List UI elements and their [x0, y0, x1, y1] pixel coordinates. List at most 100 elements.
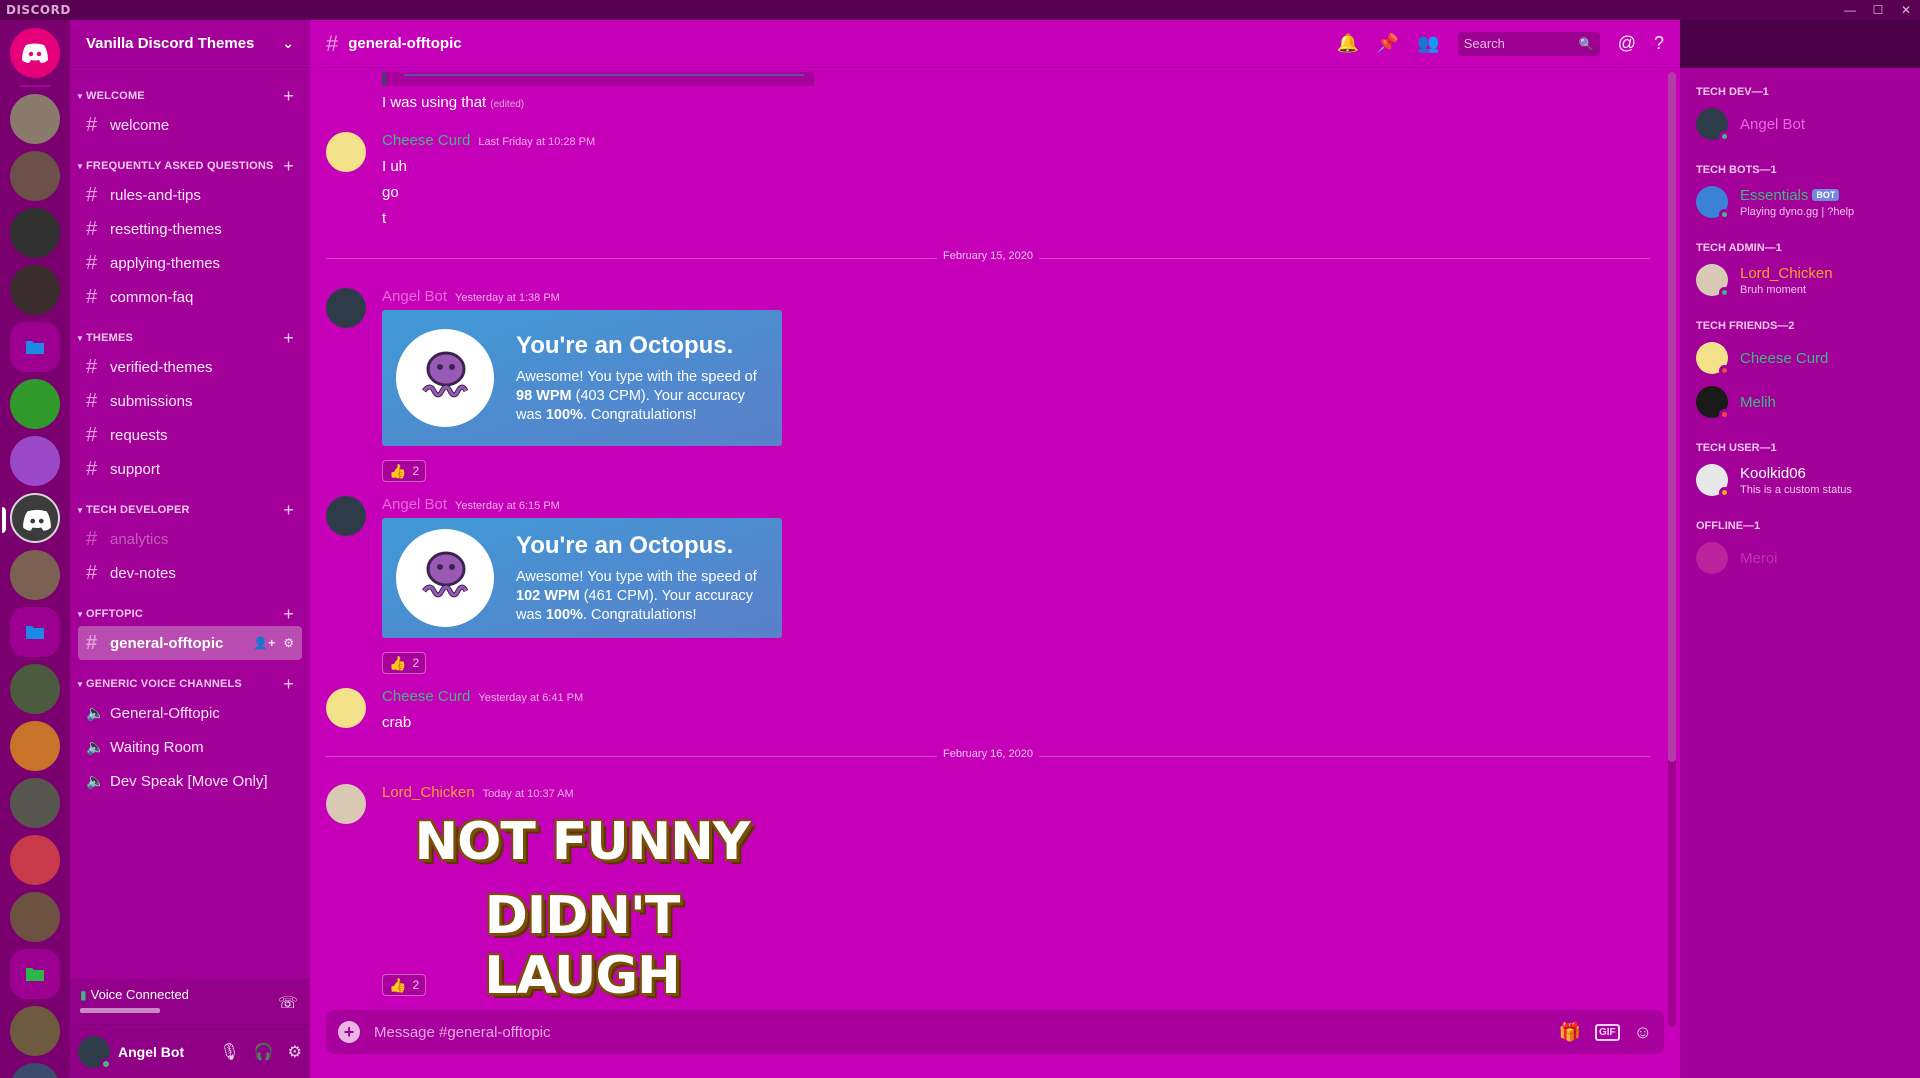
microphone-icon[interactable]: 🎙: [219, 1042, 239, 1062]
minimize-icon[interactable]: —: [1836, 0, 1864, 20]
server-icon[interactable]: [10, 436, 60, 486]
member-item[interactable]: Cheese Curd: [1688, 336, 1912, 380]
headphones-icon[interactable]: 🎧: [254, 1042, 274, 1062]
message-text: I was using that (edited): [382, 94, 524, 111]
channel-requests[interactable]: # requests: [78, 418, 302, 452]
scrollbar-thumb[interactable]: [1668, 72, 1676, 762]
search-input[interactable]: Search 🔍: [1457, 31, 1600, 56]
server-icon[interactable]: [10, 892, 60, 942]
message-author[interactable]: Angel Bot: [382, 288, 447, 305]
avatar[interactable]: [326, 496, 366, 536]
channel-analytics[interactable]: # analytics: [78, 522, 302, 556]
avatar[interactable]: [78, 1035, 112, 1070]
add-channel-icon[interactable]: +: [283, 86, 294, 107]
gift-icon[interactable]: 🎁: [1559, 1022, 1581, 1043]
server-icon[interactable]: [10, 379, 60, 429]
discord-home-icon[interactable]: [10, 28, 60, 78]
add-channel-icon[interactable]: +: [283, 604, 294, 625]
invite-icon[interactable]: 👤+: [253, 636, 275, 650]
server-icon[interactable]: [10, 721, 60, 771]
channel-category[interactable]: ▼ FREQUENTLY ASKED QUESTIONS +: [70, 154, 310, 178]
channel-applying-themes[interactable]: # applying-themes: [78, 246, 302, 280]
server-icon[interactable]: [10, 778, 60, 828]
member-item[interactable]: Lord_Chicken Bruh moment: [1688, 258, 1912, 302]
channel-support[interactable]: # support: [78, 452, 302, 486]
add-channel-icon[interactable]: +: [283, 156, 294, 177]
channel-rules-and-tips[interactable]: # rules-and-tips: [78, 178, 302, 212]
avatar[interactable]: [326, 132, 366, 172]
channel-general-offtopic[interactable]: 🔈 General-Offtopic: [78, 696, 302, 730]
server-folder-icon[interactable]: [10, 322, 60, 372]
channel-category[interactable]: ▼ WELCOME +: [70, 84, 310, 108]
hashtag-icon: #: [86, 285, 98, 308]
add-channel-icon[interactable]: +: [283, 500, 294, 521]
server-icon[interactable]: [10, 94, 60, 144]
member-item[interactable]: Melih: [1688, 380, 1912, 424]
server-icon[interactable]: [10, 664, 60, 714]
server-folder-icon[interactable]: [10, 949, 60, 999]
message-author[interactable]: Angel Bot: [382, 496, 447, 513]
mention-icon[interactable]: @: [1618, 33, 1636, 54]
member-item[interactable]: Essentials BOT Playing dyno.gg | ?help: [1688, 180, 1912, 224]
member-item[interactable]: Angel Bot: [1688, 102, 1912, 146]
help-icon[interactable]: ?: [1654, 33, 1664, 54]
reaction-thumbs-up[interactable]: 👍 2: [382, 974, 427, 996]
gear-icon[interactable]: ⚙: [288, 1042, 302, 1062]
server-icon[interactable]: [10, 550, 60, 600]
server-header[interactable]: Vanilla Discord Themes ⌄: [70, 20, 310, 68]
channel-general-offtopic[interactable]: # general-offtopic 👤+ ⚙: [78, 626, 302, 660]
message-scrollbar[interactable]: [1668, 72, 1676, 1027]
channel-category[interactable]: ▼ THEMES +: [70, 326, 310, 350]
add-attachment-icon[interactable]: +: [338, 1021, 360, 1043]
avatar[interactable]: [326, 288, 366, 328]
channel-resetting-themes[interactable]: # resetting-themes: [78, 212, 302, 246]
channel-category[interactable]: ▼ GENERIC VOICE CHANNELS +: [70, 672, 310, 696]
message-author[interactable]: Cheese Curd: [382, 688, 470, 705]
channel-waiting-room[interactable]: 🔈 Waiting Room: [78, 730, 302, 764]
gear-icon[interactable]: ⚙: [283, 636, 294, 650]
channel-submissions[interactable]: # submissions: [78, 384, 302, 418]
voice-status[interactable]: Voice Connected: [91, 987, 189, 1002]
avatar[interactable]: [326, 688, 366, 728]
server-icon[interactable]: [10, 208, 60, 258]
member-item[interactable]: Meroi: [1688, 536, 1912, 580]
message-author[interactable]: Lord_Chicken: [382, 784, 475, 801]
maximize-icon[interactable]: ☐: [1864, 0, 1892, 20]
server-folder-icon[interactable]: [10, 607, 60, 657]
channel-dev-notes[interactable]: # dev-notes: [78, 556, 302, 590]
members-icon[interactable]: 👥: [1417, 33, 1439, 54]
close-icon[interactable]: ✕: [1892, 0, 1920, 20]
idle-status-icon: [1719, 487, 1730, 498]
server-icon[interactable]: [10, 151, 60, 201]
channel-verified-themes[interactable]: # verified-themes: [78, 350, 302, 384]
meme-image[interactable]: NOT FUNNY DIDN'T LAUGH: [382, 808, 782, 1006]
channel-dev-speak-move-only[interactable]: 🔈 Dev Speak [Move Only]: [78, 764, 302, 798]
member-group-title: TECH ADMIN—1: [1696, 242, 1782, 254]
server-icon[interactable]: [10, 265, 60, 315]
pin-icon[interactable]: 📌: [1377, 33, 1399, 54]
message-author[interactable]: Cheese Curd: [382, 132, 470, 149]
emoji-icon[interactable]: ☺: [1634, 1022, 1652, 1043]
member-group-title: TECH FRIENDS—2: [1696, 320, 1795, 332]
avatar[interactable]: [326, 784, 366, 824]
add-channel-icon[interactable]: +: [283, 674, 294, 695]
add-channel-icon[interactable]: +: [283, 328, 294, 349]
reaction-thumbs-up[interactable]: 👍 2: [382, 652, 427, 674]
channel-common-faq[interactable]: # common-faq: [78, 280, 302, 314]
server-icon[interactable]: [10, 1006, 60, 1056]
gif-icon[interactable]: GIF: [1594, 1023, 1620, 1041]
bell-icon[interactable]: 🔔: [1336, 33, 1358, 54]
hashtag-icon: #: [86, 251, 98, 274]
server-icon-active[interactable]: [2, 493, 60, 543]
typing-result-card[interactable]: You're an Octopus. Awesome! You type wit…: [382, 310, 782, 446]
disconnect-icon[interactable]: ☏: [278, 993, 298, 1013]
member-item[interactable]: Koolkid06 This is a custom status: [1688, 458, 1912, 502]
channel-welcome[interactable]: # welcome: [78, 108, 302, 142]
typing-result-card[interactable]: You're an Octopus. Awesome! You type wit…: [382, 518, 782, 638]
channel-category[interactable]: ▼ OFFTOPIC +: [70, 602, 310, 626]
server-icon[interactable]: [10, 1063, 60, 1078]
server-icon[interactable]: [10, 835, 60, 885]
channel-category[interactable]: ▼ TECH DEVELOPER +: [70, 498, 310, 522]
message-input[interactable]: [374, 1010, 1559, 1054]
reaction-thumbs-up[interactable]: 👍 2: [382, 460, 427, 482]
